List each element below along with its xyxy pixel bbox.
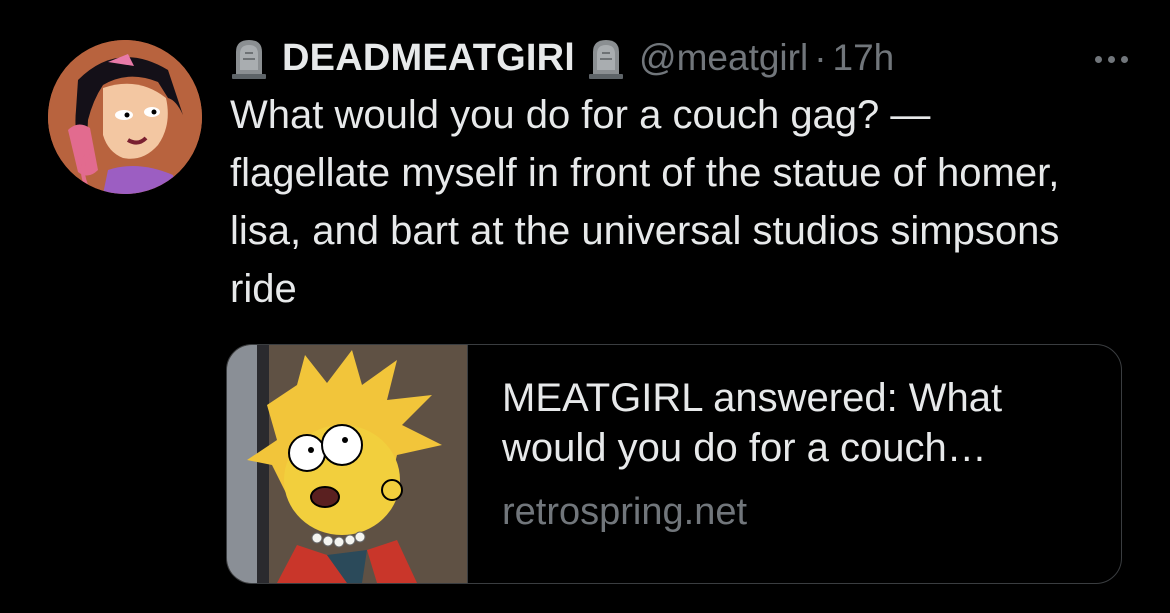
more-options-icon[interactable] <box>1095 44 1128 74</box>
avatar-image <box>48 40 202 194</box>
separator-dot: · <box>814 37 827 78</box>
tweet: DEADMEATGIRl @meatgirl · 17h What would … <box>230 30 1130 318</box>
card-domain: retrospring.net <box>502 491 748 533</box>
card-title[interactable]: MEATGIRL answered: What would you do for… <box>502 373 1092 473</box>
card-body: MEATGIRL answered: What would you do for… <box>468 345 1121 583</box>
link-preview-card[interactable]: MEATGIRL answered: What would you do for… <box>226 344 1122 584</box>
display-name[interactable]: DEADMEATGIRl <box>282 37 575 80</box>
user-handle[interactable]: @meatgirl <box>639 37 808 79</box>
cartoon-character-thumbnail <box>227 345 467 583</box>
avatar[interactable] <box>48 40 202 194</box>
tombstone-icon <box>230 36 268 80</box>
tombstone-icon <box>587 36 625 80</box>
tweet-text: What would you do for a couch gag? — fla… <box>230 93 1060 311</box>
timestamp[interactable]: 17h <box>833 37 895 79</box>
card-thumbnail <box>227 345 468 583</box>
tweet-header: DEADMEATGIRl @meatgirl · 17h <box>230 30 1130 86</box>
